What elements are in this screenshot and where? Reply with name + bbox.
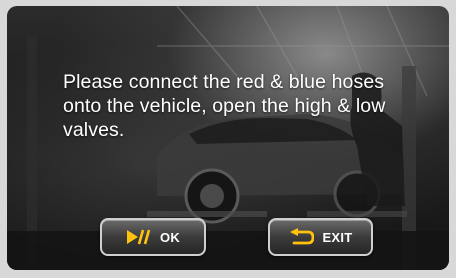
device-frame: Please connect the red & blue hoses onto… bbox=[0, 0, 456, 278]
instruction-message: Please connect the red & blue hoses onto… bbox=[63, 71, 386, 141]
play-pause-icon bbox=[126, 229, 151, 245]
ok-button[interactable]: OK bbox=[100, 218, 206, 256]
return-arrow-icon bbox=[290, 228, 315, 245]
screen: Please connect the red & blue hoses onto… bbox=[7, 6, 449, 270]
exit-button-label: EXIT bbox=[322, 229, 353, 245]
ok-button-label: OK bbox=[159, 229, 181, 245]
exit-button[interactable]: EXIT bbox=[268, 218, 373, 256]
